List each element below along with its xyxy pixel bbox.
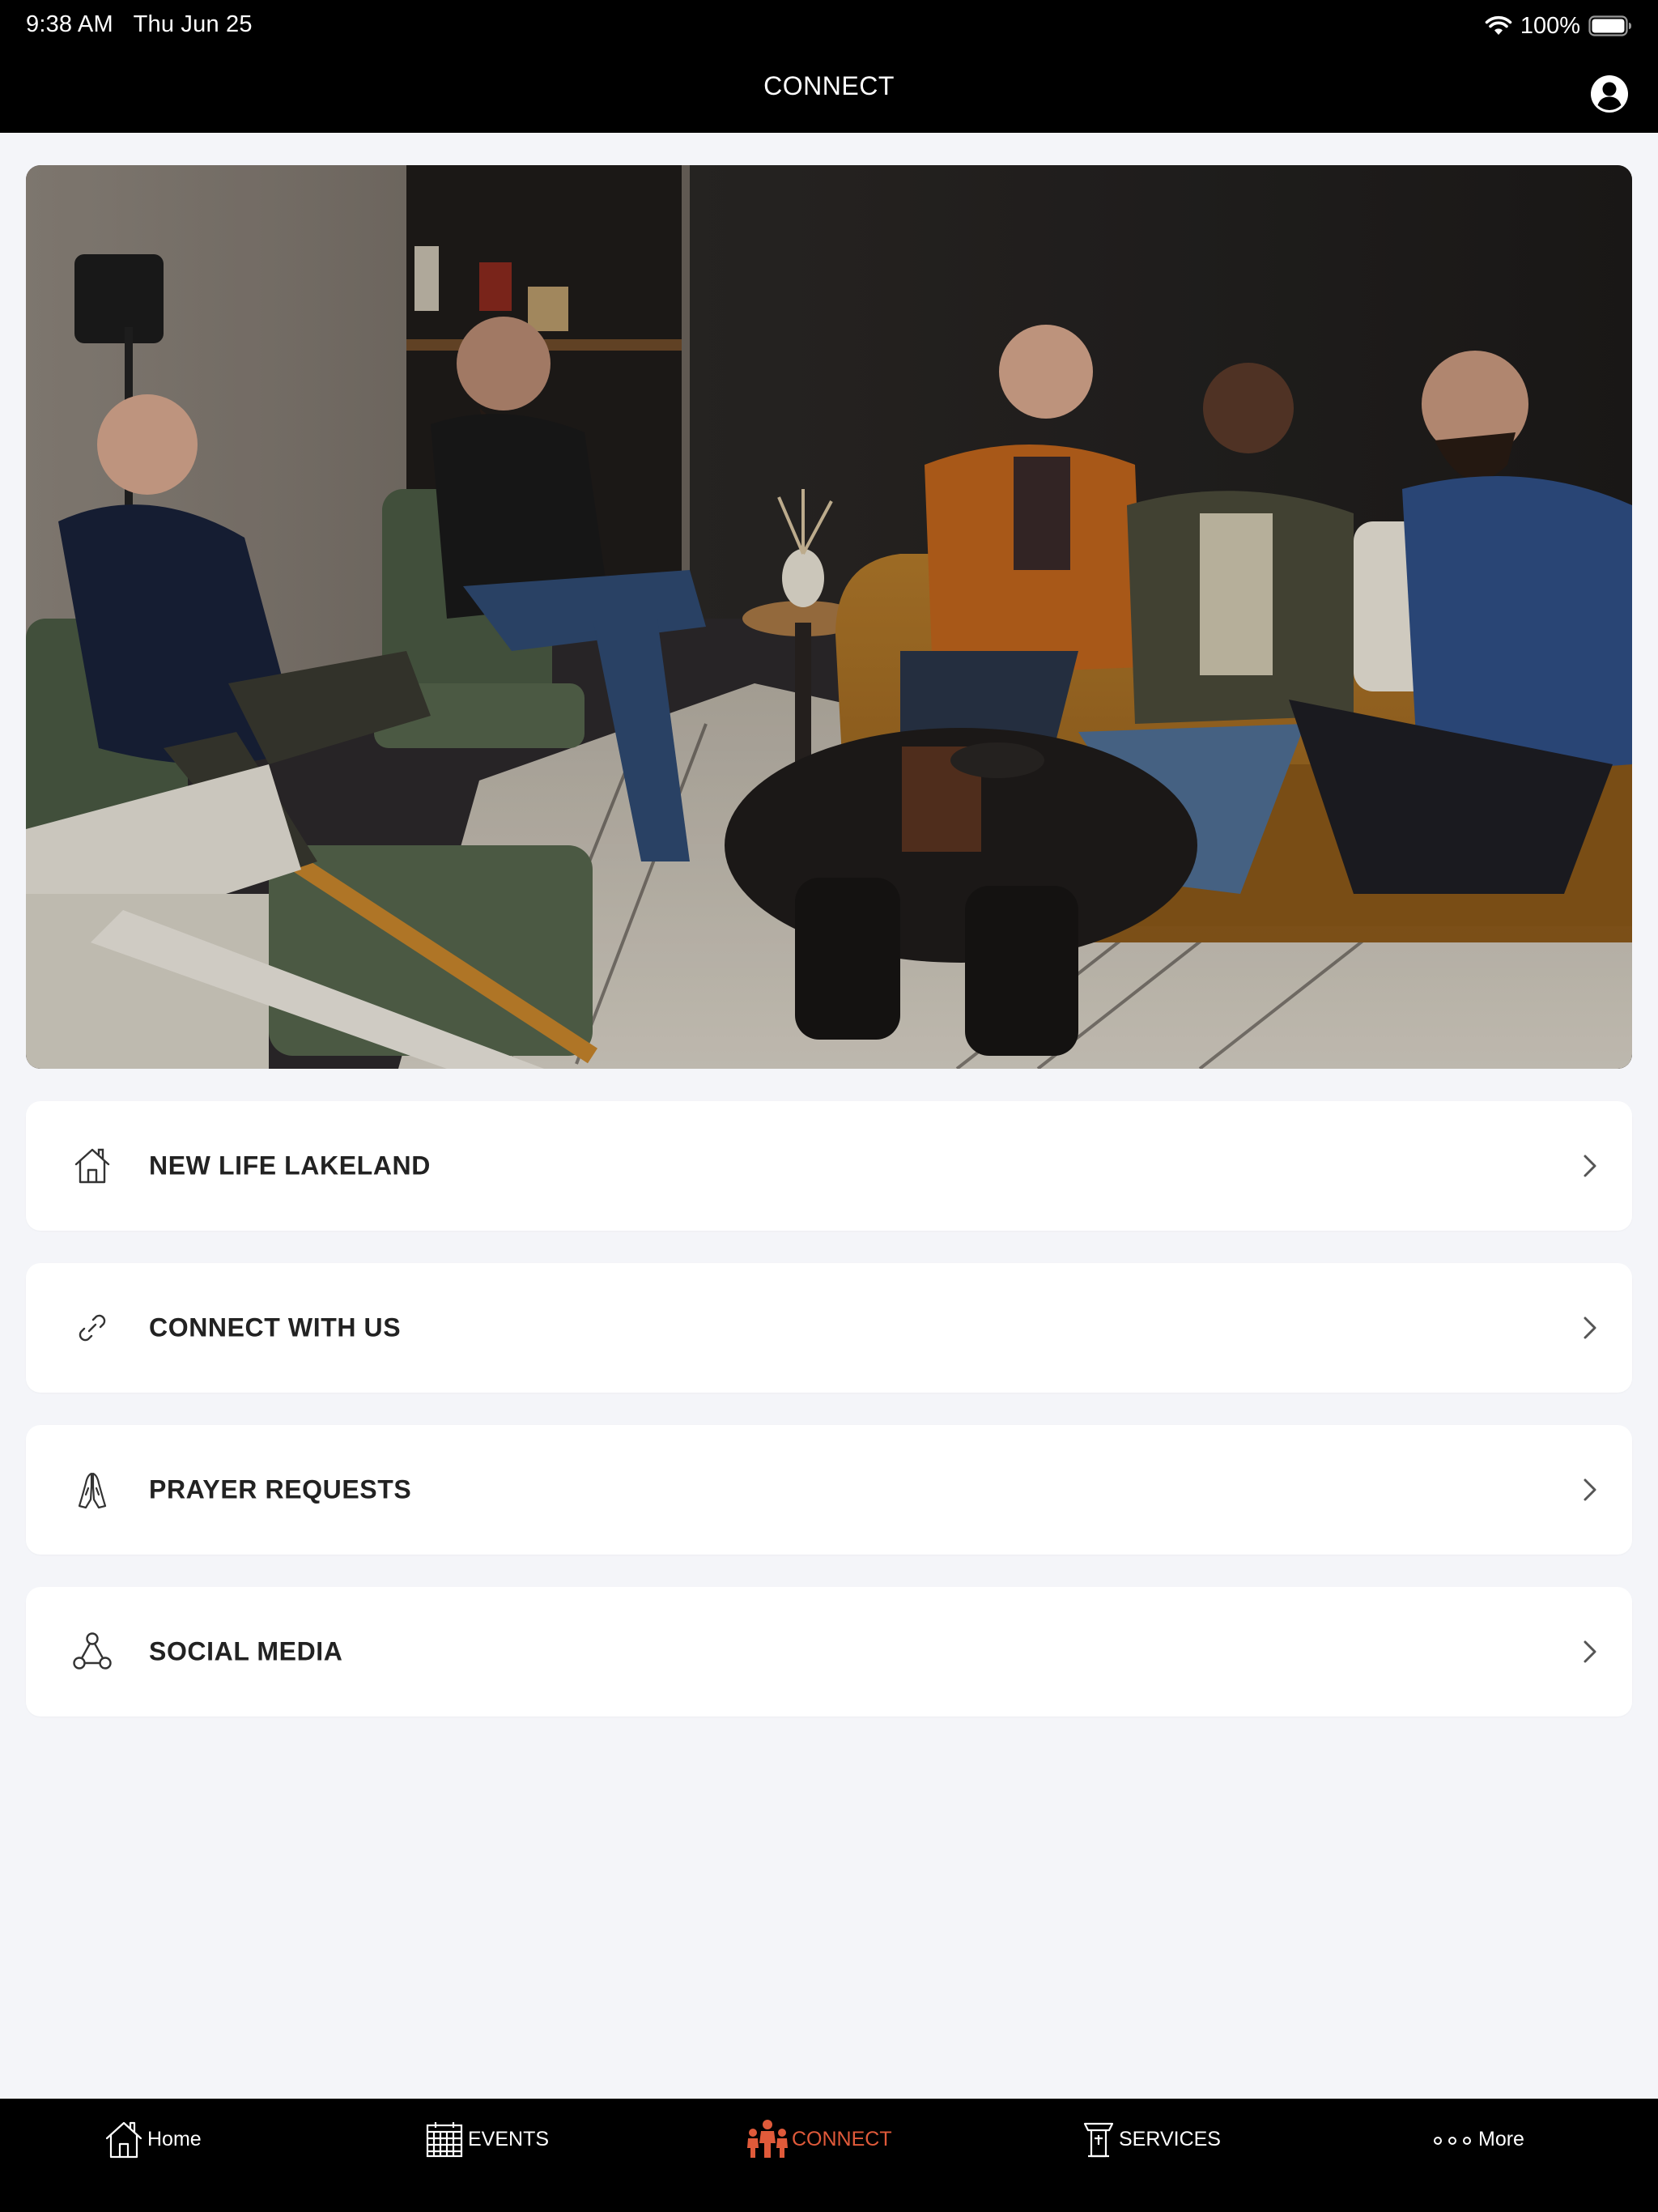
group-photo [26, 165, 1632, 1069]
chevron-right-icon [1584, 1155, 1596, 1177]
chevron-slot [1580, 1475, 1600, 1504]
tab-bar: Home EVENTS CONNECT SERVICES More [0, 2099, 1658, 2212]
menu-item-label: SOCIAL MEDIA [149, 1636, 343, 1666]
status-time: 9:38 AM Thu Jun 25 [26, 11, 253, 38]
battery-icon [1588, 15, 1631, 36]
chevron-slot [1580, 1637, 1600, 1666]
people-icon [747, 2120, 788, 2158]
tab-label: EVENTS [468, 2127, 550, 2150]
home-icon [74, 1148, 110, 1184]
hero-image [26, 165, 1632, 1069]
menu-icon-slot [70, 1143, 115, 1189]
menu-item-new-life-lakeland[interactable]: NEW LIFE LAKELAND [26, 1101, 1632, 1231]
menu-item-label: NEW LIFE LAKELAND [149, 1151, 431, 1180]
menu-item-label: CONNECT WITH US [149, 1312, 402, 1342]
chevron-right-icon [1584, 1640, 1596, 1663]
menu-item-prayer-requests[interactable]: PRAYER REQUESTS [26, 1425, 1632, 1555]
menu-item-social-media[interactable]: SOCIAL MEDIA [26, 1587, 1632, 1716]
header-bar: CONNECT [0, 52, 1658, 133]
tab-label: SERVICES [1119, 2127, 1221, 2150]
status-date: Thu Jun 25 [133, 11, 253, 37]
menu-item-connect-with-us[interactable]: CONNECT WITH US [26, 1263, 1632, 1393]
share-nodes-icon [73, 1632, 112, 1670]
calendar-icon [426, 2122, 463, 2158]
tab-label: More [1478, 2127, 1524, 2150]
status-clock: 9:38 AM [26, 11, 113, 37]
connect-menu: NEW LIFE LAKELAND CONNECT WITH US PRAYER… [26, 1101, 1632, 1749]
user-icon [1591, 75, 1628, 113]
pulpit-icon [1083, 2122, 1114, 2158]
home-icon [105, 2121, 142, 2159]
tab-services[interactable]: SERVICES [1082, 2115, 1221, 2163]
chevron-slot [1580, 1313, 1600, 1342]
menu-icon-slot [70, 1467, 115, 1512]
battery-percent: 100% [1520, 12, 1580, 39]
praying-hands-icon [78, 1472, 107, 1509]
status-indicators: 100% [1485, 11, 1632, 40]
tab-more[interactable]: More [1431, 2115, 1524, 2163]
tab-events[interactable]: EVENTS [424, 2115, 549, 2163]
tab-label: CONNECT [792, 2127, 892, 2150]
tab-label: Home [147, 2127, 202, 2150]
tab-connect[interactable]: CONNECT [746, 2115, 892, 2163]
menu-icon-slot [70, 1305, 115, 1351]
chevron-slot [1580, 1151, 1600, 1180]
menu-item-label: PRAYER REQUESTS [149, 1474, 412, 1504]
profile-button[interactable] [1590, 74, 1629, 113]
link-icon [79, 1314, 106, 1342]
menu-icon-slot [70, 1629, 115, 1674]
status-bar: 9:38 AM Thu Jun 25 100% [0, 0, 1658, 52]
tab-home[interactable]: Home [104, 2115, 202, 2163]
wifi-icon [1485, 15, 1512, 35]
more-dots-icon [1434, 2137, 1471, 2145]
chevron-right-icon [1584, 1317, 1596, 1339]
page-title: CONNECT [763, 71, 895, 100]
chevron-right-icon [1584, 1478, 1596, 1501]
